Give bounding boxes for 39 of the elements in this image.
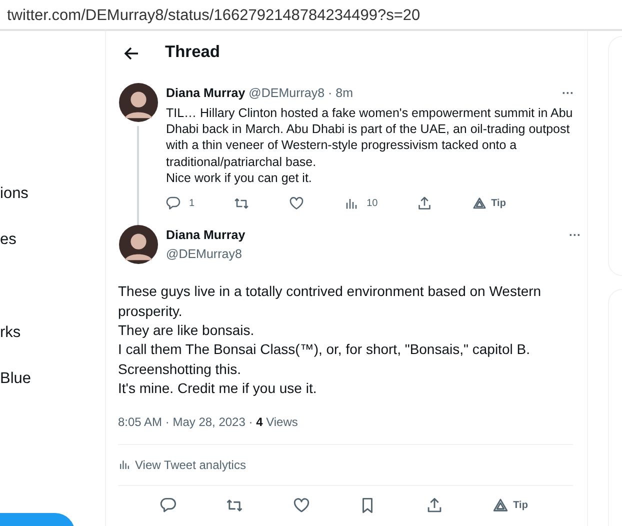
author-line: Diana Murray @DEMurray8 · 8m bbox=[166, 85, 354, 102]
more-icon[interactable]: ··· bbox=[569, 226, 581, 245]
action-count: 10 bbox=[366, 197, 378, 212]
analytics-link[interactable]: View Tweet analytics bbox=[118, 444, 587, 485]
author-name[interactable]: Diana Murray bbox=[166, 226, 246, 245]
author-handle[interactable]: @DEMurray8 bbox=[166, 244, 587, 264]
heart-icon[interactable] bbox=[292, 497, 310, 514]
heart-icon[interactable] bbox=[288, 196, 304, 212]
reply-icon[interactable] bbox=[166, 196, 181, 212]
tweet-text: TIL… Hillary Clinton hosted a fake women's empowerment summit in Abu Dhabi back in March. Abu Dhabi is part of the UAE, an oil-trading outpost with a thin veneer of Western-style progressivism tacked onto a traditional/patriarchal base. bbox=[166, 104, 574, 170]
sidebar-item[interactable]: rks bbox=[0, 321, 21, 344]
back-icon[interactable] bbox=[124, 46, 139, 60]
bar-chart-icon[interactable] bbox=[344, 196, 359, 212]
tweet-text: They are like bonsais. bbox=[118, 321, 256, 340]
tip-icon[interactable] bbox=[492, 497, 510, 514]
more-icon[interactable]: ··· bbox=[562, 84, 574, 103]
reply-icon[interactable] bbox=[160, 497, 177, 514]
share-icon[interactable] bbox=[426, 497, 443, 514]
sidebar-item[interactable]: es bbox=[0, 228, 16, 252]
sidebar-item[interactable]: ions bbox=[0, 182, 28, 206]
avatar[interactable] bbox=[118, 83, 158, 122]
retweet-icon[interactable] bbox=[234, 196, 250, 212]
share-icon[interactable] bbox=[417, 196, 432, 212]
bar-chart-icon[interactable] bbox=[118, 458, 131, 472]
tip-icon[interactable] bbox=[472, 196, 488, 212]
action-count: 1 bbox=[189, 197, 195, 212]
tweet-text: These guys live in a totally contrived environment based on Western prosperity. bbox=[118, 282, 542, 321]
retweet-icon[interactable] bbox=[226, 497, 244, 514]
tip-label: Tip bbox=[513, 499, 528, 514]
tweet-text: Screenshotting this. bbox=[118, 360, 242, 379]
tweet-text: It's mine. Credit me if you use it. bbox=[118, 379, 318, 398]
page-title: Thread bbox=[165, 43, 220, 63]
tweet-text: I call them The Bonsai Class(™), or, for short, "Bonsais," capitol B. bbox=[118, 340, 531, 360]
tip-label: Tip bbox=[491, 197, 506, 212]
url-text[interactable]: twitter.com/DEMurray8/status/1662792148784234499?s=20 bbox=[7, 7, 420, 24]
sidebar-item[interactable]: Blue bbox=[0, 367, 32, 390]
tweet-text: Nice work if you can get it. bbox=[166, 170, 313, 186]
avatar[interactable] bbox=[118, 225, 158, 264]
timestamp: 8:05 AM · May 28, 2023 · 4 Views bbox=[118, 414, 299, 431]
